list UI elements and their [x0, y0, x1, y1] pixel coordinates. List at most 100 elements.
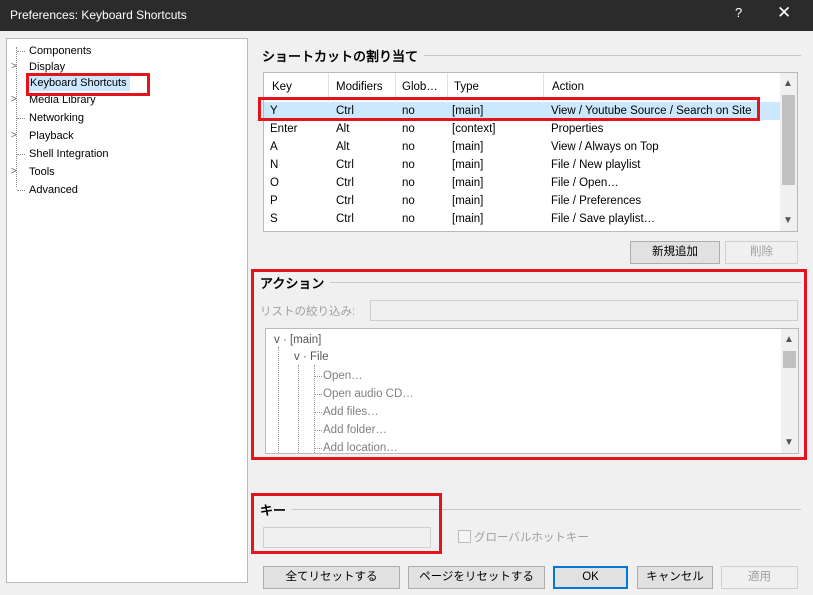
cell-action: File / Save playlist… [551, 213, 656, 225]
assign-section-title: ショートカットの割り当て [262, 46, 425, 65]
tree-item-label: Tools [29, 166, 55, 178]
column-separator [543, 73, 544, 101]
table-row[interactable]: P Ctrl no [main] File / Preferences [264, 192, 780, 210]
column-header-type[interactable]: Type [454, 73, 479, 101]
table-row[interactable]: O Ctrl no [main] File / Open… [264, 174, 780, 192]
table-row[interactable]: Y Ctrl no [main] View / Youtube Source /… [264, 102, 780, 120]
action-section-title: アクション [260, 273, 331, 292]
cell-action: View / Always on Top [551, 141, 659, 153]
column-separator [395, 73, 396, 101]
help-button[interactable]: ? [735, 5, 742, 20]
cell-global: no [402, 177, 415, 189]
action-tree-item[interactable]: Open… [323, 368, 363, 384]
action-tree-group-label: File [309, 351, 329, 363]
cell-modifiers: Ctrl [336, 213, 354, 225]
cell-key: P [270, 195, 278, 207]
scroll-up-icon[interactable]: ▲ [784, 334, 794, 345]
tree-item-label: Display [29, 61, 66, 73]
action-tree-item[interactable]: Add location… [323, 440, 398, 453]
action-tree: v · [main] v · File Open… Open audio CD…… [265, 328, 799, 454]
cell-key: N [270, 159, 279, 171]
reset-page-button[interactable]: ページをリセットする [408, 566, 545, 589]
cell-global: no [402, 195, 415, 207]
cell-key: Y [270, 105, 278, 117]
cell-type: [main] [452, 177, 484, 189]
cell-action: Properties [551, 123, 604, 135]
table-row[interactable]: Enter Alt no [context] Properties [264, 120, 780, 138]
key-input[interactable] [263, 527, 431, 548]
tree-item-label: Shell Integration [29, 148, 109, 160]
cell-action: File / Preferences [551, 195, 642, 207]
cell-global: no [402, 213, 415, 225]
tree-item-label: Playback [29, 130, 74, 142]
action-tree-item[interactable]: Add folder… [323, 422, 387, 438]
table-scrollbar[interactable]: ▲ ▼ [780, 73, 797, 231]
cell-modifiers: Ctrl [336, 195, 354, 207]
cell-action: File / New playlist [551, 159, 641, 171]
scroll-down-icon[interactable]: ▼ [784, 437, 794, 448]
cell-type: [main] [452, 105, 484, 117]
expand-icon[interactable]: > [11, 128, 17, 144]
tree-item-label: Components [29, 45, 92, 57]
tree-connector [314, 412, 322, 413]
close-button[interactable]: ✕ [777, 3, 791, 23]
table-row[interactable]: A Alt no [main] View / Always on Top [264, 138, 780, 156]
reset-all-button[interactable]: 全てリセットする [263, 566, 400, 589]
expand-icon[interactable]: v [294, 351, 300, 363]
action-tree-root[interactable]: v · [main] [274, 332, 321, 348]
cell-modifiers: Alt [336, 141, 350, 153]
cell-modifiers: Alt [336, 123, 350, 135]
column-header-modifiers[interactable]: Modifiers [336, 73, 383, 101]
action-tree-root-label: [main] [289, 334, 322, 346]
tree-connector [314, 376, 322, 377]
shortcut-table: Key Modifiers Glob… Type Action Y Ctrl n… [263, 72, 798, 232]
scroll-down-icon[interactable]: ▼ [783, 215, 793, 226]
table-row[interactable]: S Ctrl no [main] File / Save playlist… [264, 210, 780, 228]
window-title: Preferences: Keyboard Shortcuts [10, 8, 187, 22]
tree-connector [314, 448, 322, 449]
cell-global: no [402, 141, 415, 153]
cell-global: no [402, 105, 415, 117]
tree-item-label: Networking [29, 112, 85, 124]
tree-item-label: Advanced [29, 184, 78, 196]
filter-input[interactable] [370, 300, 798, 321]
preferences-tree: Components > Display Keyboard Shortcuts >… [6, 38, 248, 583]
key-section-title: キー [260, 500, 293, 519]
cell-type: [main] [452, 213, 484, 225]
cell-key: O [270, 177, 279, 189]
column-separator [447, 73, 448, 101]
tree-item-label: Media Library [29, 94, 96, 106]
column-separator [328, 73, 329, 101]
apply-button[interactable]: 適用 [721, 566, 798, 589]
expand-icon[interactable]: > [11, 164, 17, 180]
column-header-global[interactable]: Glob… [402, 73, 438, 101]
delete-button[interactable]: 削除 [725, 241, 798, 264]
table-row[interactable]: N Ctrl no [main] File / New playlist [264, 156, 780, 174]
expand-icon[interactable]: v [274, 334, 280, 346]
action-tree-item[interactable]: Add files… [323, 404, 379, 420]
column-header-key[interactable]: Key [272, 73, 292, 101]
tree-guide-line [298, 365, 299, 453]
cell-global: no [402, 123, 415, 135]
cell-type: [main] [452, 159, 484, 171]
action-tree-group[interactable]: v · File [294, 349, 329, 365]
cell-key: S [270, 213, 278, 225]
scroll-thumb[interactable] [782, 95, 795, 185]
expand-icon[interactable]: > [11, 59, 17, 75]
add-new-button[interactable]: 新規追加 [630, 241, 720, 264]
scroll-up-icon[interactable]: ▲ [783, 78, 793, 89]
scroll-thumb[interactable] [783, 351, 796, 368]
tree-item-label: Keyboard Shortcuts [27, 75, 130, 91]
ok-button[interactable]: OK [553, 566, 628, 589]
cell-action: View / Youtube Source / Search on Site [551, 105, 752, 117]
cancel-button[interactable]: キャンセル [637, 566, 713, 589]
global-hotkey-checkbox[interactable] [458, 530, 471, 543]
cell-action: File / Open… [551, 177, 619, 189]
column-header-action[interactable]: Action [552, 73, 584, 101]
tree-guide-line [278, 347, 279, 453]
cell-key: Enter [270, 123, 298, 135]
action-tree-item[interactable]: Open audio CD… [323, 386, 414, 402]
expand-icon[interactable]: > [11, 92, 17, 108]
action-tree-scrollbar[interactable]: ▲ ▼ [781, 329, 798, 453]
tree-connector [314, 394, 322, 395]
